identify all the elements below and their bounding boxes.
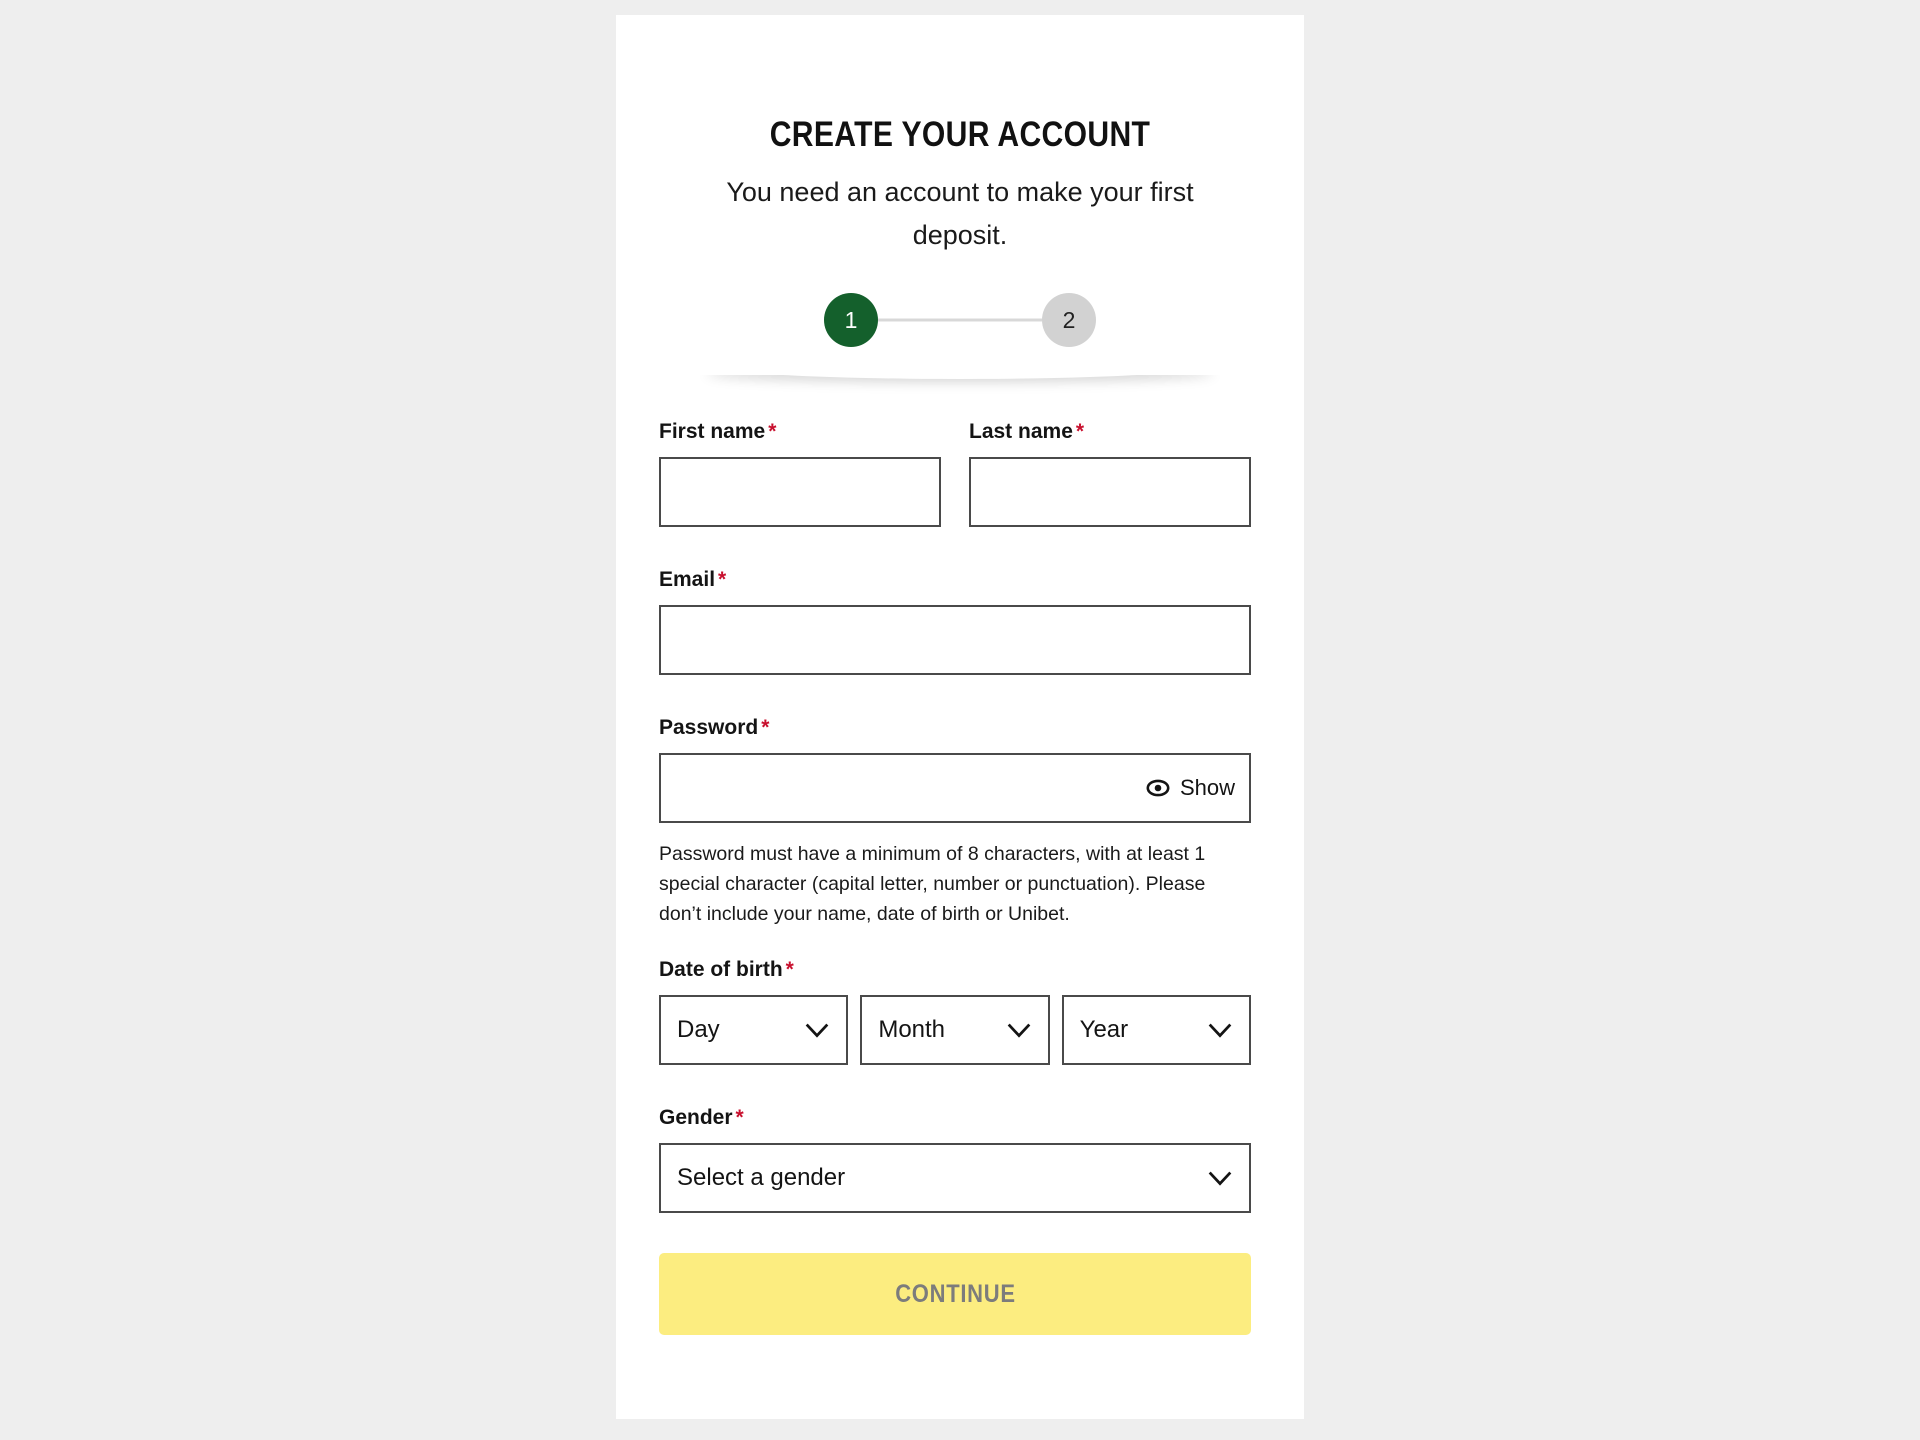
step-connector-line: [878, 318, 1042, 322]
password-label: Password *: [659, 715, 1251, 741]
date-of-birth-selects: Day Month Year: [659, 995, 1251, 1065]
gender-select[interactable]: Select a gender: [659, 1143, 1251, 1213]
required-asterisk: *: [735, 1106, 744, 1129]
page-subtitle: You need an account to make your first d…: [726, 177, 1194, 250]
gender-select-value: Select a gender: [677, 1164, 846, 1191]
date-of-birth-field: Date of birth * Day Month Year: [659, 957, 1251, 1065]
step-2-label: 2: [1062, 306, 1076, 333]
year-select[interactable]: Year: [1061, 995, 1251, 1065]
step-indicator: 1 2: [824, 293, 1096, 347]
registration-card: CREATE YOUR ACCOUNT You need an account …: [616, 15, 1304, 1419]
gender-label: Gender *: [659, 1105, 1251, 1131]
registration-form: First name * Last name * Email * Passwor…: [616, 419, 1304, 1335]
first-name-input[interactable]: [659, 457, 941, 527]
step-2[interactable]: 2: [1042, 293, 1096, 347]
password-help-text: Password must have a minimum of 8 charac…: [659, 843, 1206, 925]
required-asterisk: *: [785, 958, 794, 981]
section-divider: [700, 375, 1220, 395]
first-name-label-text: First name: [659, 420, 766, 443]
card-header: CREATE YOUR ACCOUNT You need an account …: [616, 15, 1304, 257]
continue-button-label: CONTINUE: [894, 1279, 1016, 1308]
name-row: First name * Last name *: [659, 419, 1251, 527]
date-of-birth-label: Date of birth *: [659, 957, 1251, 983]
chevron-down-icon: [1208, 1171, 1232, 1186]
email-field: Email *: [659, 567, 1251, 675]
continue-button[interactable]: CONTINUE: [659, 1253, 1251, 1335]
page-title: CREATE YOUR ACCOUNT: [769, 115, 1151, 154]
gender-field: Gender * Select a gender: [659, 1105, 1251, 1213]
email-label-text: Email: [659, 568, 716, 591]
day-select-value: Day: [677, 1016, 720, 1043]
password-input-wrapper: Show: [659, 753, 1251, 823]
eye-icon: [1146, 779, 1170, 797]
chevron-down-icon: [1208, 1023, 1232, 1038]
first-name-field: First name *: [659, 419, 941, 527]
email-label: Email *: [659, 567, 1251, 593]
chevron-down-icon: [806, 1023, 829, 1038]
step-1-label: 1: [844, 306, 858, 333]
required-asterisk: *: [1075, 420, 1085, 443]
first-name-label: First name *: [659, 419, 941, 445]
chevron-down-icon: [1007, 1023, 1030, 1038]
month-select-value: Month: [878, 1016, 946, 1043]
step-1[interactable]: 1: [824, 293, 878, 347]
last-name-input[interactable]: [969, 457, 1251, 527]
show-password-label: Show: [1179, 775, 1235, 800]
gender-label-text: Gender: [659, 1106, 733, 1129]
year-select-value: Year: [1079, 1016, 1129, 1043]
password-field: Password * Show Password must have a mini…: [659, 715, 1251, 929]
required-asterisk: *: [718, 568, 727, 591]
last-name-label-text: Last name: [969, 420, 1073, 443]
last-name-field: Last name *: [969, 419, 1251, 527]
email-input[interactable]: [659, 605, 1251, 675]
signup-page: CREATE YOUR ACCOUNT You need an account …: [0, 0, 1920, 1440]
day-select[interactable]: Day: [659, 995, 849, 1065]
month-select[interactable]: Month: [860, 995, 1050, 1065]
password-label-text: Password: [659, 716, 759, 739]
last-name-label: Last name *: [969, 419, 1251, 445]
required-asterisk: *: [761, 716, 770, 739]
required-asterisk: *: [768, 420, 777, 443]
date-of-birth-label-text: Date of birth: [659, 958, 783, 981]
show-password-button[interactable]: Show: [1146, 775, 1235, 801]
